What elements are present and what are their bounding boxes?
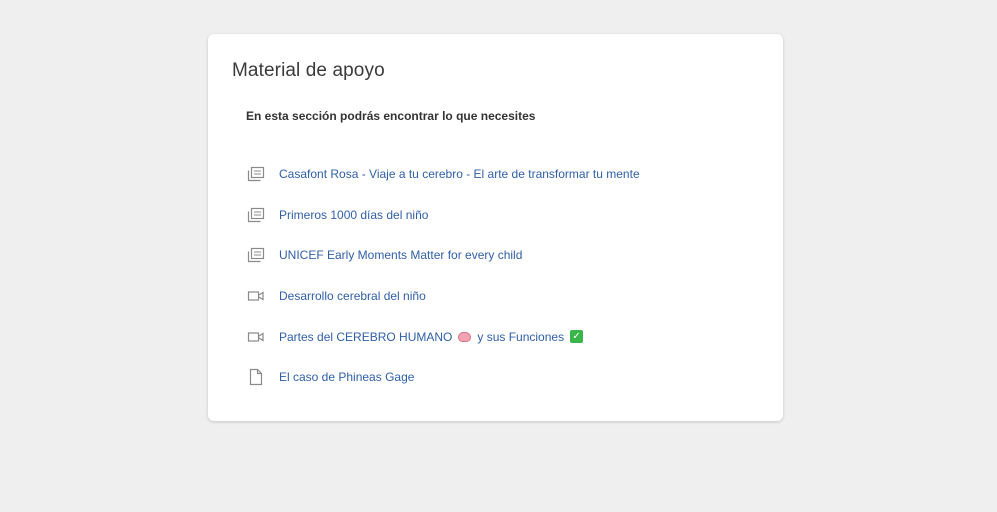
list-item: Partes del CEREBRO HUMANO y sus Funcione… (246, 316, 640, 357)
resource-link-primeros-1000-dias[interactable]: Primeros 1000 días del niño (279, 208, 428, 222)
list-item: El caso de Phineas Gage (246, 357, 640, 398)
book-icon (246, 245, 266, 265)
resource-link-unicef[interactable]: UNICEF Early Moments Matter for every ch… (279, 248, 522, 262)
video-icon (246, 286, 266, 306)
video-icon (246, 327, 266, 347)
book-icon (246, 205, 266, 225)
resource-link-phineas-gage[interactable]: El caso de Phineas Gage (279, 370, 414, 384)
book-icon (246, 164, 266, 184)
card-title: Material de apoyo (232, 60, 385, 81)
resource-list: Casafont Rosa - Viaje a tu cerebro - El … (246, 154, 640, 398)
check-mark-icon: ✓ (570, 330, 584, 344)
link-text-before: Partes del CEREBRO HUMANO (279, 329, 453, 344)
list-item: Desarrollo cerebral del niño (246, 276, 640, 317)
resource-link-casafont[interactable]: Casafont Rosa - Viaje a tu cerebro - El … (279, 167, 640, 181)
file-icon (246, 367, 266, 387)
list-item: Casafont Rosa - Viaje a tu cerebro - El … (246, 154, 640, 195)
list-item: UNICEF Early Moments Matter for every ch… (246, 235, 640, 276)
resource-link-desarrollo-cerebral[interactable]: Desarrollo cerebral del niño (279, 289, 426, 303)
list-item: Primeros 1000 días del niño (246, 195, 640, 236)
resource-link-partes-del-cerebro[interactable]: Partes del CEREBRO HUMANO y sus Funcione… (279, 329, 584, 344)
brain-icon (458, 331, 472, 342)
link-text-after: y sus Funciones (477, 329, 565, 344)
card-subtitle: En esta sección podrás encontrar lo que … (246, 109, 536, 123)
support-material-card: Material de apoyo En esta sección podrás… (208, 34, 783, 421)
